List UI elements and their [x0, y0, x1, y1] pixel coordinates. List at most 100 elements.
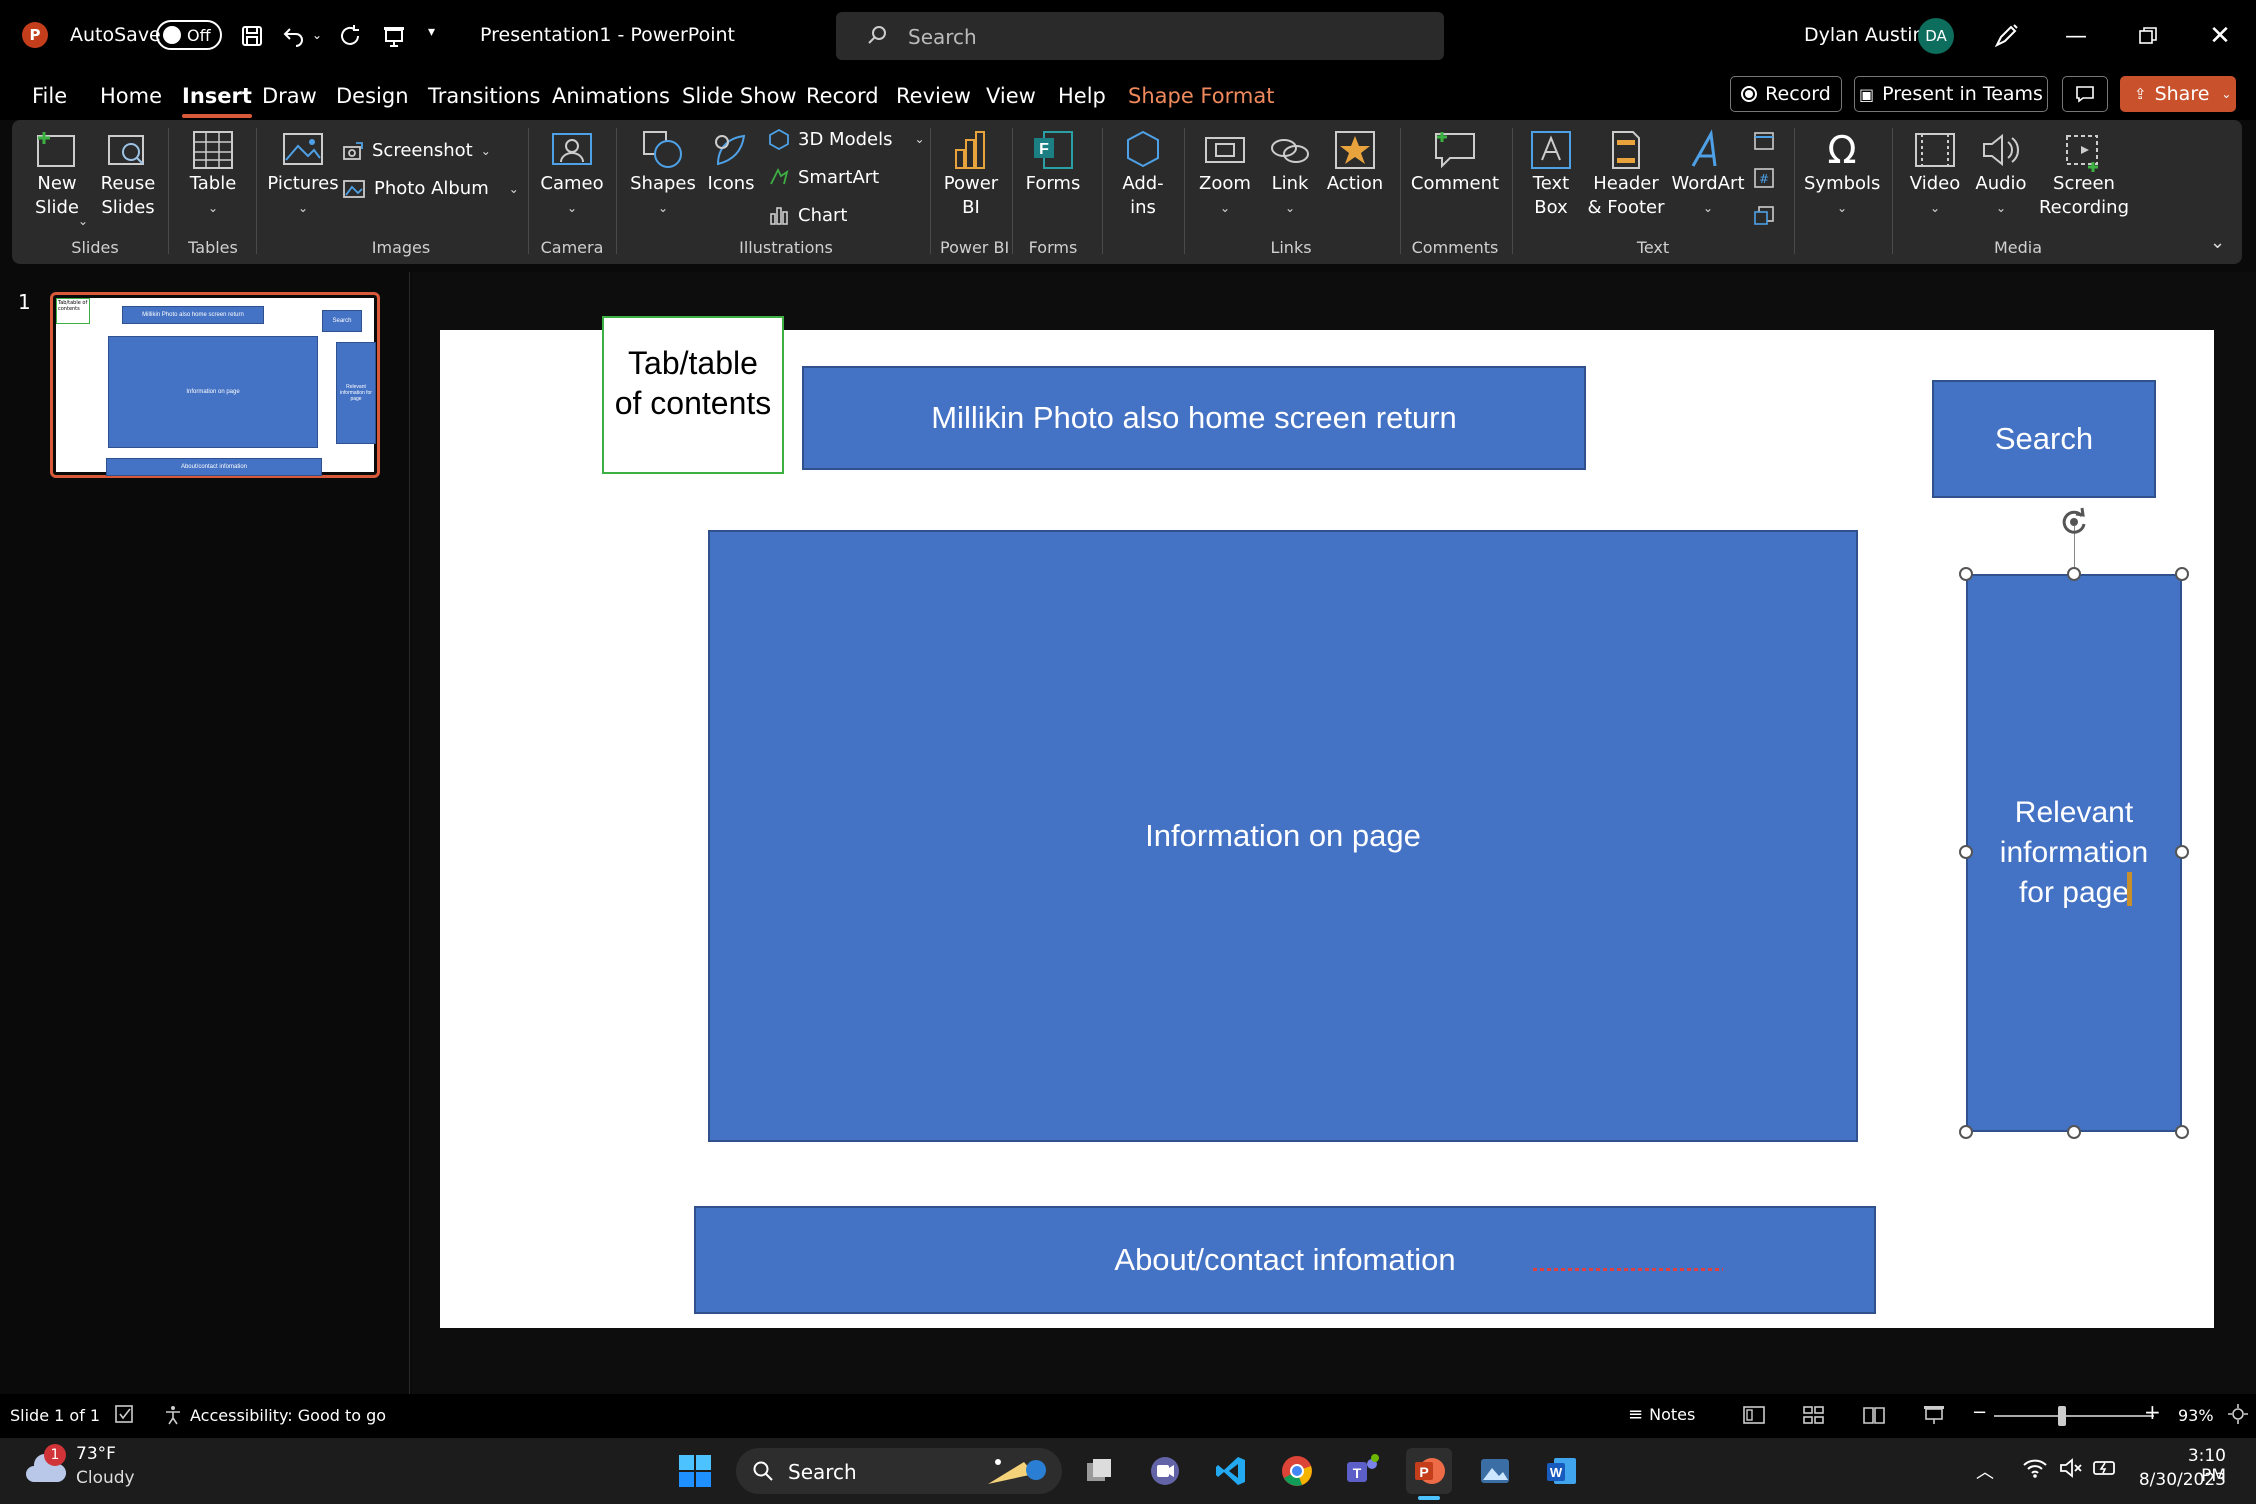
collapse-ribbon-icon[interactable]: ⌄	[2210, 232, 2225, 253]
taskbar-search[interactable]: Search	[736, 1448, 1062, 1494]
slide-canvas[interactable]: Tab/table of contents Millikin Photo als…	[440, 316, 2214, 1328]
fit-to-window-icon[interactable]	[2226, 1402, 2250, 1426]
link-button[interactable]: Link ⌄	[1260, 128, 1320, 220]
wordart-button[interactable]: WordArt ⌄	[1670, 128, 1746, 220]
zoom-slider-thumb[interactable]	[2058, 1406, 2066, 1426]
reuse-slides-button[interactable]: Reuse Slides	[96, 128, 160, 220]
zoom-in-icon[interactable]: +	[2144, 1400, 2161, 1424]
resize-handle-sw[interactable]	[1959, 1125, 1973, 1139]
toc-text-box[interactable]: Tab/table of contents	[602, 316, 784, 474]
cameo-button[interactable]: Cameo ⌄	[538, 128, 606, 220]
resize-handle-ne[interactable]	[2175, 567, 2189, 581]
resize-handle-w[interactable]	[1959, 845, 1973, 859]
comments-pane-button[interactable]	[2062, 76, 2108, 112]
teams-chat-icon[interactable]	[1142, 1448, 1188, 1494]
rotate-handle-icon[interactable]	[2058, 506, 2090, 538]
text-box-button[interactable]: Text Box	[1522, 128, 1580, 220]
slide-thumbnail[interactable]: Tab/table of contents Millikin Photo als…	[50, 292, 380, 478]
present-from-start-icon[interactable]	[378, 20, 410, 52]
header-shape[interactable]: Millikin Photo also home screen return	[802, 366, 1586, 470]
task-view-icon[interactable]	[1076, 1448, 1122, 1494]
date-time-icon[interactable]	[1752, 128, 1778, 154]
video-button[interactable]: Video ⌄	[1904, 128, 1966, 220]
vscode-icon[interactable]	[1208, 1448, 1254, 1494]
normal-view-icon[interactable]	[1742, 1404, 1766, 1426]
relevant-info-shape[interactable]: Relevant information for page	[1966, 574, 2182, 1132]
slide-sorter-icon[interactable]	[1802, 1404, 1826, 1426]
battery-charging-icon[interactable]	[2092, 1456, 2118, 1480]
new-slide-button[interactable]: New Slide	[26, 128, 88, 220]
search-box[interactable]: Search	[836, 12, 1444, 60]
slideshow-view-icon[interactable]	[1922, 1404, 1946, 1426]
tab-help[interactable]: Help	[1058, 72, 1106, 120]
tab-view[interactable]: View	[986, 72, 1036, 120]
screenshot-button[interactable]: Screenshot ⌄	[342, 140, 491, 161]
information-shape[interactable]: Information on page	[708, 530, 1858, 1142]
icons-button[interactable]: Icons	[700, 128, 762, 196]
zoom-slider-track[interactable]	[1994, 1415, 2154, 1417]
customize-toolbar-icon[interactable]: ▾	[428, 24, 435, 40]
powerpoint-taskbar-icon[interactable]: P	[1406, 1448, 1452, 1494]
autosave-toggle[interactable]: Off	[156, 20, 222, 50]
spelling-check-icon[interactable]	[114, 1404, 138, 1428]
tab-home[interactable]: Home	[100, 72, 162, 120]
wifi-icon[interactable]	[2022, 1456, 2048, 1480]
object-icon[interactable]	[1752, 204, 1778, 230]
share-dropdown-icon[interactable]: ⌄	[2221, 87, 2231, 101]
volume-muted-icon[interactable]	[2058, 1456, 2084, 1480]
zoom-button[interactable]: Zoom ⌄	[1194, 128, 1256, 220]
tab-slide-show[interactable]: Slide Show	[682, 72, 797, 120]
slide-number-icon[interactable]: #	[1752, 166, 1778, 192]
screen-recording-button[interactable]: Screen Recording	[2036, 128, 2132, 220]
forms-button[interactable]: F Forms	[1022, 128, 1084, 196]
tab-design[interactable]: Design	[336, 72, 409, 120]
resize-handle-e[interactable]	[2175, 845, 2189, 859]
header-footer-button[interactable]: Header & Footer	[1586, 128, 1666, 220]
resize-handle-se[interactable]	[2175, 1125, 2189, 1139]
about-contact-shape[interactable]: About/contact infomation	[694, 1206, 1876, 1314]
save-icon[interactable]	[236, 20, 268, 52]
resize-handle-n[interactable]	[2067, 567, 2081, 581]
share-button[interactable]: ⇪ Share ⌄	[2120, 76, 2236, 112]
undo-icon[interactable]	[278, 20, 310, 52]
pictures-button[interactable]: Pictures ⌄	[266, 128, 340, 220]
tab-transitions[interactable]: Transitions	[428, 72, 541, 120]
tab-insert[interactable]: Insert	[182, 72, 252, 120]
user-avatar[interactable]: DA	[1918, 18, 1954, 54]
3d-models-button[interactable]: 3D Models ⌄	[768, 128, 925, 150]
restore-icon[interactable]	[2132, 20, 2164, 52]
tab-shape-format[interactable]: Shape Format	[1128, 72, 1274, 120]
tab-animations[interactable]: Animations	[552, 72, 670, 120]
photo-album-button[interactable]: Photo Album ⌄	[342, 178, 519, 199]
clock-date[interactable]: 8/30/2023	[2136, 1470, 2226, 1490]
tab-file[interactable]: File	[32, 72, 67, 120]
minimize-icon[interactable]: —	[2060, 20, 2092, 52]
symbols-button[interactable]: Ω Symbols ⌄	[1804, 128, 1880, 220]
new-slide-dropdown-icon[interactable]: ⌄	[78, 214, 88, 228]
accessibility-status[interactable]: Accessibility: Good to go	[162, 1404, 386, 1426]
action-button[interactable]: Action	[1322, 128, 1388, 196]
resize-handle-s[interactable]	[2067, 1125, 2081, 1139]
zoom-out-icon[interactable]: −	[1972, 1402, 1987, 1423]
resize-handle-nw[interactable]	[1959, 567, 1973, 581]
undo-dropdown-icon[interactable]: ⌄	[312, 28, 322, 42]
zoom-level[interactable]: 93%	[2178, 1406, 2214, 1425]
chrome-icon[interactable]	[1274, 1448, 1320, 1494]
comment-button[interactable]: Comment	[1410, 128, 1500, 196]
redo-icon[interactable]	[334, 20, 366, 52]
designer-pen-icon[interactable]	[1990, 20, 2022, 52]
present-in-teams-button[interactable]: ▣ Present in Teams	[1854, 76, 2048, 112]
microsoft-teams-icon[interactable]: T	[1340, 1448, 1386, 1494]
add-ins-button[interactable]: Add- ins	[1112, 128, 1174, 220]
reading-view-icon[interactable]	[1862, 1404, 1886, 1426]
tab-draw[interactable]: Draw	[262, 72, 317, 120]
table-button[interactable]: Table ⌄	[180, 128, 246, 220]
record-button[interactable]: Record	[1730, 76, 1842, 112]
chart-button[interactable]: Chart	[768, 204, 847, 226]
smartart-button[interactable]: SmartArt	[768, 166, 879, 188]
power-bi-button[interactable]: Power BI	[940, 128, 1002, 220]
audio-button[interactable]: Audio ⌄	[1970, 128, 2032, 220]
search-shape[interactable]: Search	[1932, 380, 2156, 498]
close-icon[interactable]: ✕	[2204, 20, 2236, 52]
notes-button[interactable]: ≡ Notes	[1628, 1404, 1695, 1425]
